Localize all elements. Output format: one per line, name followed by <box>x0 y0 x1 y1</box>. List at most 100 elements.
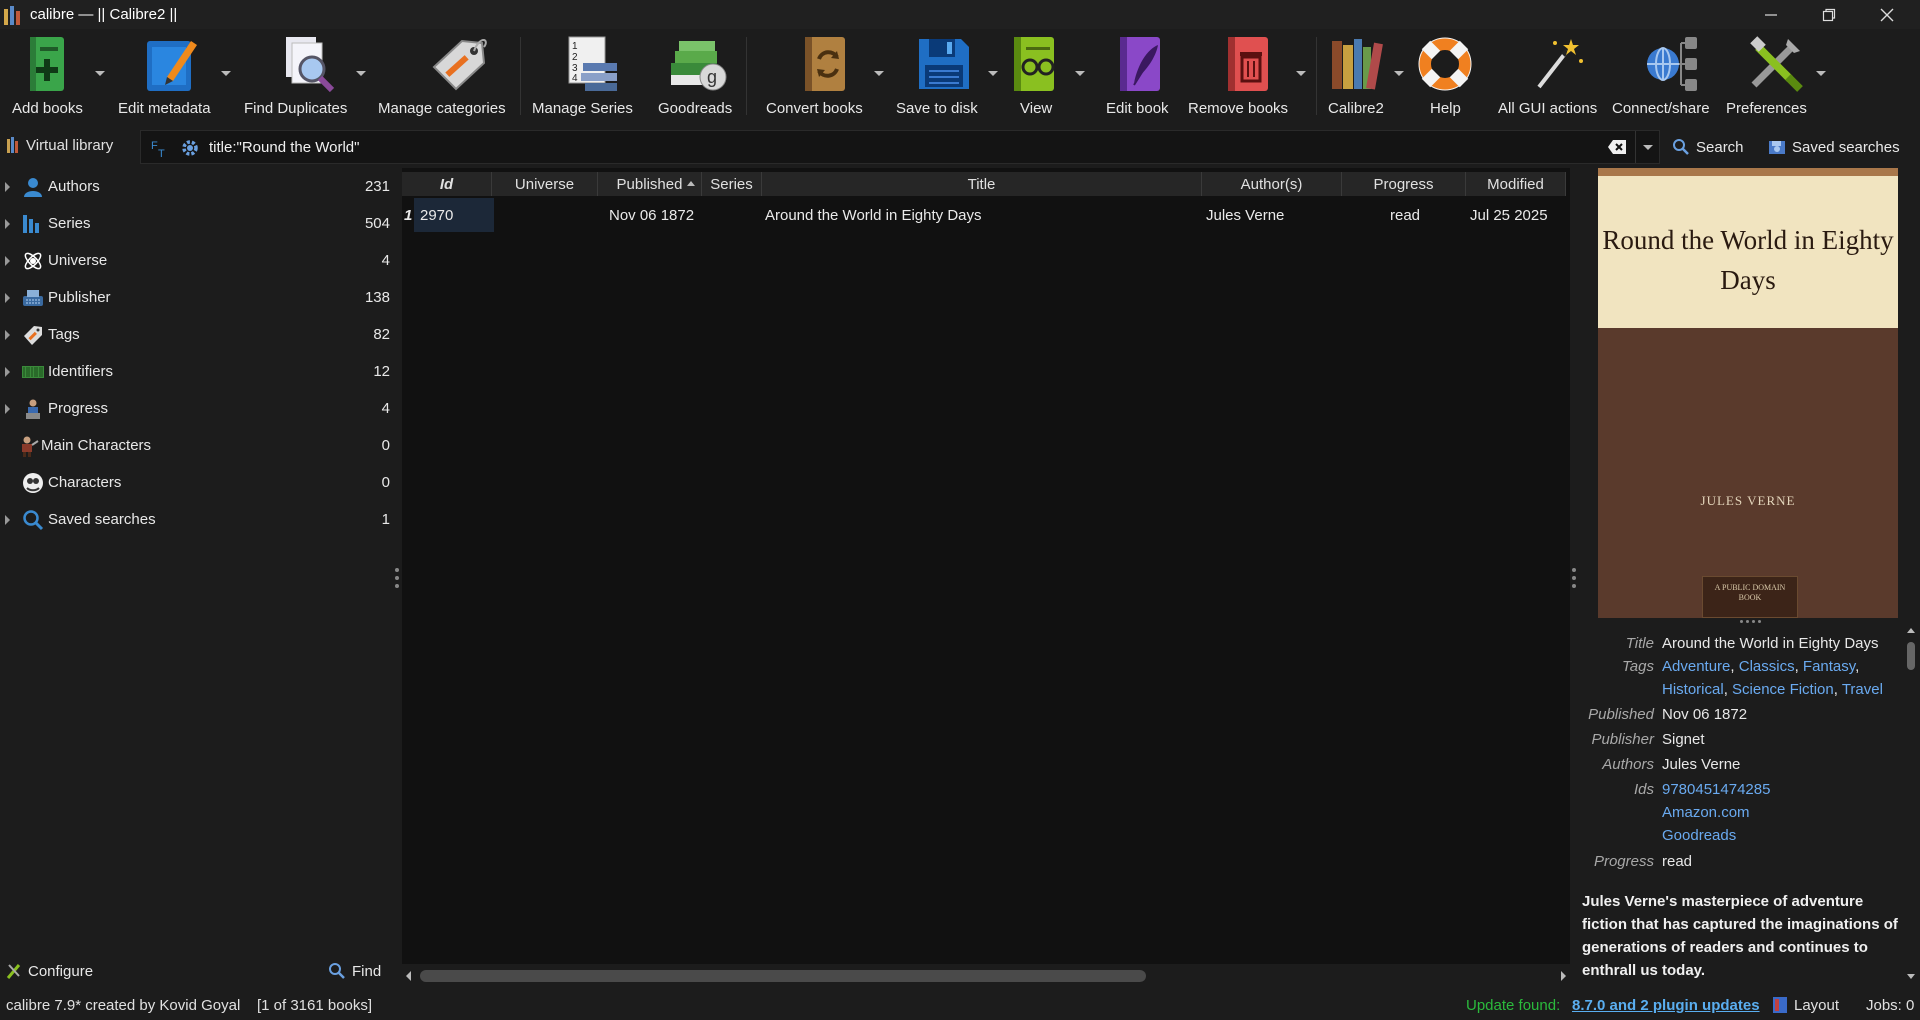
preferences-dropdown[interactable] <box>1816 71 1826 76</box>
edit-book-button[interactable]: Edit book <box>1104 29 1174 123</box>
close-button[interactable] <box>1858 0 1916 29</box>
help-button[interactable]: Help <box>1412 29 1476 123</box>
detail-progress-value[interactable]: read <box>1662 850 1902 873</box>
full-text-search-icon[interactable]: FT <box>151 138 171 158</box>
book-list-horizontal-scrollbar[interactable] <box>402 964 1570 986</box>
convert-books-button[interactable]: Convert books <box>766 29 866 123</box>
column-header-progress[interactable]: Progress <box>1342 172 1466 196</box>
search-history-dropdown[interactable] <box>1635 131 1659 163</box>
preferences-button[interactable]: Preferences <box>1726 29 1812 123</box>
expand-arrow-icon[interactable] <box>5 514 10 525</box>
expand-arrow-icon[interactable] <box>5 403 10 414</box>
detail-authors-value[interactable]: Jules Verne <box>1662 753 1902 776</box>
detail-published-value[interactable]: Nov 06 1872 <box>1662 703 1902 726</box>
tag-browser-item-series[interactable]: Series 504 <box>0 205 398 242</box>
tag-link[interactable]: Travel <box>1842 681 1883 698</box>
expand-arrow-icon[interactable] <box>5 292 10 303</box>
scroll-right-icon[interactable] <box>1561 971 1566 981</box>
tag-link[interactable]: Adventure <box>1662 658 1730 675</box>
cell-series[interactable] <box>712 198 760 232</box>
tag-browser-item-saved-searches[interactable]: Saved searches 1 <box>0 501 398 538</box>
expand-arrow-icon[interactable] <box>5 255 10 266</box>
cell-authors[interactable]: Jules Verne <box>1206 198 1284 232</box>
convert-books-dropdown[interactable] <box>874 71 884 76</box>
column-header-title[interactable]: Title <box>762 172 1202 196</box>
connect-share-button[interactable]: Connect/share <box>1612 29 1712 123</box>
minimize-button[interactable] <box>1742 0 1800 29</box>
tag-link[interactable]: Science Fiction <box>1732 681 1834 698</box>
all-gui-actions-button[interactable]: All GUI actions <box>1494 29 1600 123</box>
left-splitter-handle[interactable] <box>395 568 399 588</box>
search-input[interactable]: FT title:"Round the World" <box>140 130 1660 164</box>
jobs-indicator[interactable]: Jobs: 0 <box>1866 997 1914 1014</box>
cell-modified[interactable]: Jul 25 2025 <box>1470 198 1548 232</box>
edit-metadata-button[interactable]: Edit metadata <box>118 29 211 123</box>
scroll-up-icon[interactable] <box>1907 628 1915 633</box>
cover-splitter-handle[interactable] <box>1740 620 1761 623</box>
find-duplicates-dropdown[interactable] <box>356 71 366 76</box>
detail-publisher-value[interactable]: Signet <box>1662 728 1902 751</box>
tag-browser-item-identifiers[interactable]: Identifiers 12 <box>0 353 398 390</box>
manage-series-button[interactable]: 1234 Manage Series <box>532 29 633 123</box>
scrollbar-thumb[interactable] <box>420 970 1146 982</box>
scroll-down-icon[interactable] <box>1907 974 1915 979</box>
tag-browser-item-publisher[interactable]: Publisher 138 <box>0 279 398 316</box>
id-link[interactable]: Goodreads <box>1662 824 1902 847</box>
configure-button[interactable]: Configure <box>6 962 93 980</box>
scroll-left-icon[interactable] <box>406 971 411 981</box>
edit-book-icon <box>1110 33 1172 95</box>
id-link[interactable]: Amazon.com <box>1662 801 1902 824</box>
column-header-series[interactable]: Series <box>702 172 762 196</box>
calibre2-library-button[interactable]: Calibre2 <box>1324 29 1388 123</box>
scrollbar-thumb[interactable] <box>1907 642 1915 670</box>
search-button[interactable]: Search <box>1672 138 1744 156</box>
cell-progress[interactable]: read <box>1390 198 1420 232</box>
tag-browser-item-progress[interactable]: Progress 4 <box>0 390 398 427</box>
find-duplicates-button[interactable]: Find Duplicates <box>244 29 348 123</box>
column-header-universe[interactable]: Universe <box>492 172 598 196</box>
cell-universe[interactable] <box>502 198 598 232</box>
edit-metadata-dropdown[interactable] <box>221 71 231 76</box>
update-link[interactable]: 8.7.0 and 2 plugin updates <box>1572 997 1760 1014</box>
saved-searches-button[interactable]: Saved searches <box>1768 138 1900 156</box>
find-button[interactable]: Find <box>328 962 381 980</box>
view-button[interactable]: View <box>1010 29 1064 123</box>
expand-arrow-icon[interactable] <box>5 218 10 229</box>
save-to-disk-button[interactable]: Save to disk <box>896 29 980 123</box>
cell-title[interactable]: Around the World in Eighty Days <box>765 198 982 232</box>
tag-browser-item-main-characters[interactable]: Main Characters 0 <box>0 427 398 464</box>
book-cover[interactable]: Round the World in Eighty Days JULES VER… <box>1598 168 1898 618</box>
restore-button[interactable] <box>1800 0 1858 29</box>
add-books-dropdown[interactable] <box>95 71 105 76</box>
remove-books-button[interactable]: Remove books <box>1186 29 1290 123</box>
expand-arrow-icon[interactable] <box>5 181 10 192</box>
column-header-modified[interactable]: Modified <box>1466 172 1566 196</box>
tag-browser-item-authors[interactable]: Authors 231 <box>0 168 398 205</box>
cell-id[interactable]: 2970 <box>414 198 494 232</box>
column-header-published[interactable]: Published <box>598 172 702 196</box>
tag-browser-item-characters[interactable]: Characters 0 <box>0 464 398 501</box>
clear-search-icon[interactable] <box>1607 139 1627 155</box>
tag-link[interactable]: Historical <box>1662 681 1724 698</box>
tag-browser-item-universe[interactable]: Universe 4 <box>0 242 398 279</box>
view-dropdown[interactable] <box>1075 71 1085 76</box>
manage-categories-button[interactable]: Manage categories <box>378 29 506 123</box>
details-vertical-scrollbar[interactable] <box>1904 628 1918 980</box>
cell-published[interactable]: Nov 06 1872 <box>609 198 694 232</box>
tag-link[interactable]: Classics <box>1739 658 1795 675</box>
save-to-disk-dropdown[interactable] <box>988 71 998 76</box>
id-link[interactable]: 9780451474285 <box>1662 778 1902 801</box>
expand-arrow-icon[interactable] <box>5 366 10 377</box>
tag-browser-item-tags[interactable]: Tags 82 <box>0 316 398 353</box>
calibre2-dropdown[interactable] <box>1394 71 1404 76</box>
layout-button[interactable]: Layout <box>1772 996 1839 1014</box>
add-books-button[interactable]: Add books <box>10 29 84 123</box>
virtual-library-button[interactable]: Virtual library <box>6 136 113 154</box>
goodreads-button[interactable]: g Goodreads <box>656 29 732 123</box>
tag-link[interactable]: Fantasy <box>1803 658 1855 675</box>
column-header-id[interactable]: Id <box>402 172 492 196</box>
remove-books-dropdown[interactable] <box>1296 71 1306 76</box>
gear-icon[interactable] <box>181 139 199 157</box>
column-header-authors[interactable]: Author(s) <box>1202 172 1342 196</box>
expand-arrow-icon[interactable] <box>5 329 10 340</box>
